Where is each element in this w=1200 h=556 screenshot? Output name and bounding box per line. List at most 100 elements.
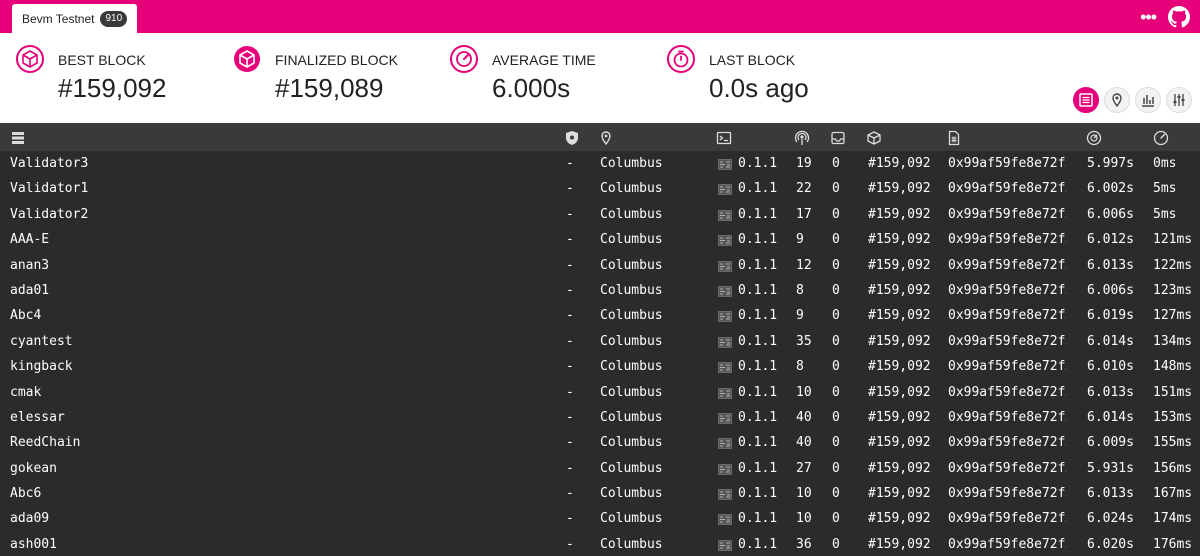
block-time-icon[interactable] xyxy=(1086,130,1102,146)
top-right-controls: ••• xyxy=(1140,6,1190,28)
implementation-icon xyxy=(718,540,732,551)
node-count-badge: 910 xyxy=(100,10,128,27)
list-view-button[interactable] xyxy=(1073,87,1099,113)
stats-view-icon xyxy=(1142,95,1154,107)
stat-label: BEST BLOCK xyxy=(58,52,146,68)
block-number-cell: #159,092 xyxy=(868,308,931,324)
version-cell: 0.1.1 xyxy=(738,308,778,324)
more-options-icon[interactable]: ••• xyxy=(1140,7,1157,27)
node-list-icon[interactable] xyxy=(10,130,26,146)
chain-tab[interactable]: Bevm Testnet 910 xyxy=(12,4,138,33)
location-icon[interactable] xyxy=(598,130,614,146)
propagation-time-cell: 122ms xyxy=(1153,257,1193,273)
block-hash-cell: 0x99af59fe8e72f… xyxy=(948,156,1066,171)
implementation-icon xyxy=(718,413,732,424)
peers-cell: 40 xyxy=(796,435,812,451)
version-cell: 0.1.1 xyxy=(738,536,778,552)
validator-cell: - xyxy=(566,536,574,552)
stats-view-button[interactable] xyxy=(1135,87,1161,113)
version-cell: 0.1.1 xyxy=(738,409,778,425)
table-row[interactable]: Validator1 - Columbus 0.1.1 22 0 #159,09… xyxy=(0,176,1200,201)
map-view-button[interactable] xyxy=(1104,87,1130,113)
implementation-icon xyxy=(718,260,732,272)
table-row[interactable]: cmak - Columbus 0.1.1 10 0 #159,092 0x99… xyxy=(0,380,1200,405)
table-row[interactable]: Abc4 - Columbus 0.1.1 9 0 #159,092 0x99a… xyxy=(0,303,1200,328)
transactions-cell: 0 xyxy=(832,156,840,171)
location-cell: Columbus xyxy=(600,536,663,552)
block-hash-cell: 0x99af59fe8e72f… xyxy=(948,511,1066,527)
version-cell: 0.1.1 xyxy=(738,435,778,451)
file-hash-icon[interactable] xyxy=(946,130,962,146)
block-time-cell: 6.014s xyxy=(1087,409,1134,425)
table-row[interactable]: ash001 - Columbus 0.1.1 36 0 #159,092 0x… xyxy=(0,532,1200,556)
transactions-cell: 0 xyxy=(832,206,840,222)
block-hash-cell: 0x99af59fe8e72f… xyxy=(948,435,1066,451)
location-cell: Columbus xyxy=(600,486,663,502)
block-hash-cell: 0x99af59fe8e72f… xyxy=(948,536,1066,552)
version-cell: 0.1.1 xyxy=(738,460,778,476)
table-row[interactable]: Validator2 - Columbus 0.1.1 17 0 #159,09… xyxy=(0,202,1200,227)
peers-cell: 10 xyxy=(796,384,812,400)
location-cell: Columbus xyxy=(600,435,663,451)
block-time-cell: 6.013s xyxy=(1087,486,1134,502)
block-number-cell: #159,092 xyxy=(868,460,931,476)
table-row[interactable]: ReedChain - Columbus 0.1.1 40 0 #159,092… xyxy=(0,430,1200,455)
cube-check-icon xyxy=(234,46,260,72)
version-cell: 0.1.1 xyxy=(738,486,778,502)
table-row[interactable]: ada01 - Columbus 0.1.1 8 0 #159,092 0x99… xyxy=(0,278,1200,303)
location-cell: Columbus xyxy=(600,511,663,527)
implementation-icon xyxy=(718,387,732,399)
location-cell: Columbus xyxy=(600,232,663,248)
settings-view-button[interactable] xyxy=(1166,87,1192,113)
propagation-time-cell: 0ms xyxy=(1153,156,1177,171)
node-name: AAA-E xyxy=(10,232,50,248)
block-time-cell: 6.013s xyxy=(1087,384,1134,400)
implementation-icon xyxy=(718,514,732,526)
block-hash-cell: 0x99af59fe8e72f… xyxy=(948,359,1066,375)
location-cell: Columbus xyxy=(600,206,663,222)
stat-label: FINALIZED BLOCK xyxy=(275,52,398,68)
peers-cell: 22 xyxy=(796,181,812,197)
propagation-gauge-icon[interactable] xyxy=(1153,130,1169,146)
stat-value: #159,092 xyxy=(58,73,167,103)
block-hash-cell: 0x99af59fe8e72f… xyxy=(948,257,1066,273)
location-cell: Columbus xyxy=(600,384,663,400)
validator-cell: - xyxy=(566,156,574,171)
table-row[interactable]: cyantest - Columbus 0.1.1 35 0 #159,092 … xyxy=(0,329,1200,354)
node-name: Abc6 xyxy=(10,486,42,502)
block-hash-cell: 0x99af59fe8e72f… xyxy=(948,206,1066,222)
table-row[interactable]: elessar - Columbus 0.1.1 40 0 #159,092 0… xyxy=(0,405,1200,430)
node-name: Validator1 xyxy=(10,181,89,197)
block-hash-cell: 0x99af59fe8e72f… xyxy=(948,486,1066,502)
block-cube-icon[interactable] xyxy=(866,130,882,146)
validator-cell: - xyxy=(566,435,574,451)
inbox-icon[interactable] xyxy=(830,130,846,146)
github-icon[interactable] xyxy=(1168,6,1190,28)
table-row[interactable]: gokean - Columbus 0.1.1 27 0 #159,092 0x… xyxy=(0,456,1200,481)
validator-shield-icon[interactable] xyxy=(564,130,580,146)
implementation-icon xyxy=(718,235,732,246)
peers-cell: 8 xyxy=(796,282,804,298)
block-hash-cell: 0x99af59fe8e72f… xyxy=(948,308,1066,324)
terminal-icon[interactable] xyxy=(716,130,732,146)
implementation-icon xyxy=(718,311,732,323)
node-name: cmak xyxy=(10,384,42,400)
table-row[interactable]: anan3 - Columbus 0.1.1 12 0 #159,092 0x9… xyxy=(0,253,1200,278)
implementation-icon xyxy=(718,362,732,373)
table-row[interactable]: kingback - Columbus 0.1.1 8 0 #159,092 0… xyxy=(0,354,1200,379)
block-number-cell: #159,092 xyxy=(868,232,931,248)
peers-cell: 40 xyxy=(796,409,812,425)
top-bar: Bevm Testnet 910 ••• xyxy=(0,0,1200,33)
table-row[interactable]: Validator3 - Columbus 0.1.1 19 0 #159,09… xyxy=(0,151,1200,176)
broadcast-icon[interactable] xyxy=(794,130,810,146)
propagation-time-cell: 156ms xyxy=(1153,460,1193,476)
table-row[interactable]: Abc6 - Columbus 0.1.1 10 0 #159,092 0x99… xyxy=(0,481,1200,506)
peers-cell: 10 xyxy=(796,486,812,502)
propagation-time-cell: 127ms xyxy=(1153,308,1193,324)
settings-view-icon xyxy=(1173,94,1185,106)
block-time-cell: 6.024s xyxy=(1087,511,1134,527)
propagation-time-cell: 155ms xyxy=(1153,435,1193,451)
table-row[interactable]: AAA-E - Columbus 0.1.1 9 0 #159,092 0x99… xyxy=(0,227,1200,252)
block-time-cell: 6.002s xyxy=(1087,181,1134,197)
table-row[interactable]: ada09 - Columbus 0.1.1 10 0 #159,092 0x9… xyxy=(0,506,1200,531)
